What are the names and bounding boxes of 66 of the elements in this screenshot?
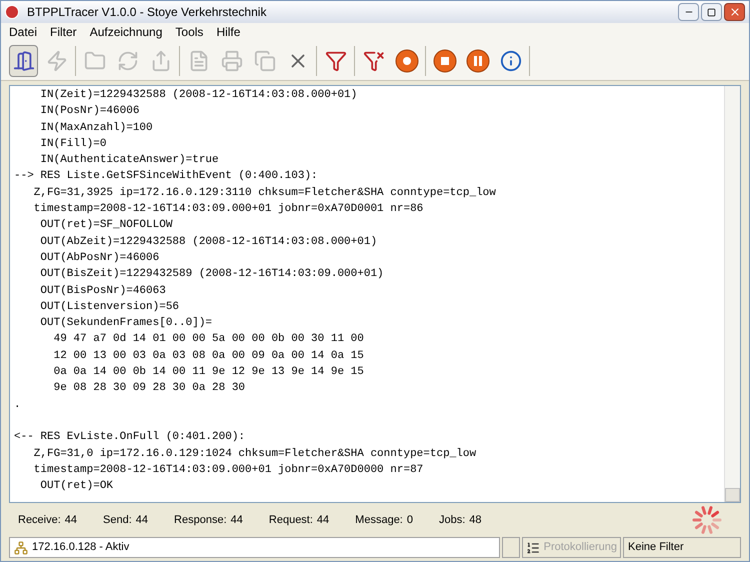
list-icon (526, 540, 540, 554)
counter-value: 44 (316, 512, 330, 528)
menu-item[interactable]: Tools (175, 23, 204, 41)
counter-label: Message: (355, 512, 403, 528)
app-logo-icon (5, 5, 19, 19)
folder-icon (84, 50, 106, 72)
counter-value: 0 (406, 512, 413, 528)
counter-label: Response: (174, 512, 227, 528)
log-line: OUT(BisZeit)=1229432589 (2008-12-16T14:03:09.000+01) (39, 267, 385, 282)
counter-label: Request: (268, 512, 313, 528)
log-line: 9e 08 28 30 09 28 30 0a 28 30 (52, 381, 246, 396)
log-line: 0a 0a 14 00 0b 14 00 11 9e 12 9e 13 9e 14 9e 15 (52, 365, 365, 380)
log-line: timestamp=2008-12-16T14:03:09.000+01 jobnr=0xA70D0000 nr=87 (32, 462, 424, 478)
copy-icon (254, 50, 276, 72)
log-line: OUT(BisPosNr)=46063 (39, 284, 167, 299)
door-icon (12, 50, 34, 72)
counter-value: 48 (469, 512, 482, 528)
toolbar-button[interactable] (9, 44, 38, 76)
pause-icon (466, 48, 490, 72)
log-line: IN(Zeit)=1229432588 (2008-12-16T14:03:08.000+01) (39, 88, 358, 103)
stop-icon (432, 48, 456, 72)
record-icon (394, 48, 418, 72)
menu-item[interactable]: Filter (50, 23, 77, 41)
log-line: IN(Fill)=0 (39, 136, 108, 152)
close-icon (728, 6, 740, 18)
log-line: Z,FG=31,0 ip=172.16.0.129:1024 chksum=Fletcher&SHA conntype=tcp_low (32, 446, 478, 462)
counter-label: Receive: (18, 512, 61, 528)
log-line: OUT(ret)=OK (39, 479, 114, 494)
log-line: OUT(SekundenFrames[0..0])= (39, 316, 214, 332)
printer-icon (220, 50, 242, 72)
counter-value: 44 (136, 512, 148, 528)
counter-value: 44 (230, 512, 243, 528)
menu-item[interactable]: Datei (9, 23, 38, 41)
log-line: OUT(AbZeit)=1229432588 (2008-12-16T14:03:08.000+01) (39, 234, 378, 250)
maximize-icon (707, 8, 716, 16)
network-icon (14, 540, 28, 554)
counter-value: 44 (64, 512, 78, 528)
log-line: <-- RES EvListe.OnFull (0:401.200): (14, 430, 246, 446)
filter-icon (324, 50, 346, 72)
refresh-icon (116, 50, 138, 72)
log-line: 12 00 13 00 03 0a 03 08 0a 00 09 0a 00 14 0a 15 (52, 348, 365, 364)
log-line: IN(PosNr)=46006 (39, 104, 140, 120)
menu-item[interactable]: Aufzeichnung (90, 23, 162, 41)
window-title: BTPPLTracer V1.0.0 - Stoye Verkehrstechnik (27, 4, 266, 21)
log-line: OUT(Listenversion)=56 (39, 300, 180, 315)
log-line: timestamp=2008-12-16T14:03:09.000+01 jobnr=0xA70D0001 nr=86 (32, 202, 424, 218)
log-line: 49 47 a7 0d 14 01 00 00 5a 00 00 0b 00 30 11 00 (52, 332, 365, 348)
log-line: IN(MaxAnzahl)=100 (39, 120, 154, 136)
counter-label: Jobs: (439, 512, 466, 528)
lightning-icon (46, 50, 68, 72)
log-line: Z,FG=31,3925 ip=172.16.0.129:3110 chksum=Fletcher&SHA conntype=tcp_low (32, 186, 497, 201)
log-line: OUT(ret)=SF_NOFOLLOW (39, 218, 174, 234)
log-line: . (14, 398, 22, 413)
connection-text: 172.16.0.128 - Aktiv (32, 540, 130, 556)
log-line: OUT(AbPosNr)=46006 (39, 250, 160, 266)
spinner-icon (692, 505, 722, 535)
logging-status: Protokollierung (544, 540, 617, 556)
close-button[interactable] (724, 3, 745, 21)
menu-item[interactable]: Hilfe (216, 23, 240, 41)
log-line: --> RES Liste.GetSFSinceWithEvent (0:400.103): (14, 169, 319, 184)
maximize-button[interactable] (701, 3, 722, 21)
counter-label: Send: (103, 512, 132, 528)
info-icon (500, 50, 522, 72)
log-line: IN(AuthenticateAnswer)=true (39, 153, 220, 168)
filter-off-icon (362, 50, 384, 72)
filter-status: Keine Filter (623, 537, 741, 558)
